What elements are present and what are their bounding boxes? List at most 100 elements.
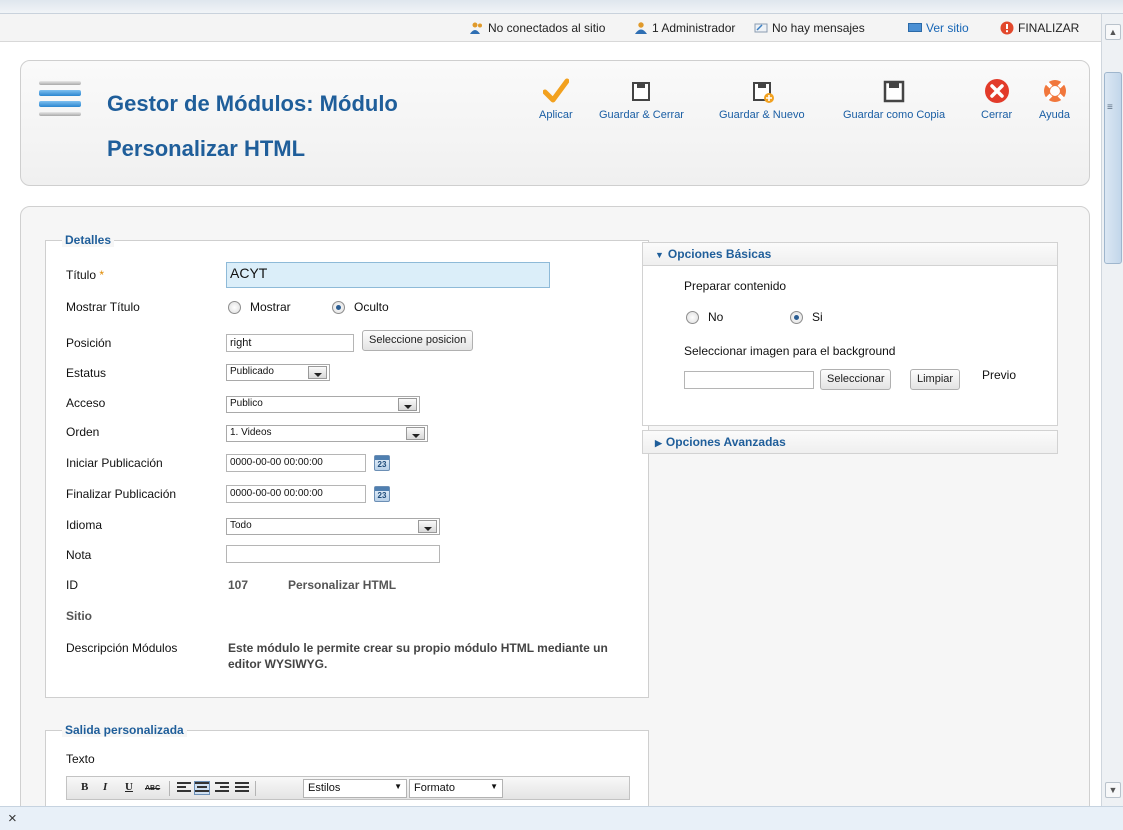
underline-button[interactable]: U: [125, 781, 133, 793]
save-copy-icon: [883, 80, 905, 103]
close-label: Cerrar: [981, 109, 1013, 121]
select-position-button[interactable]: Seleccione posicion: [362, 330, 474, 351]
basic-options-title: Opciones Básicas: [667, 247, 772, 261]
hide-option-label: Oculto: [354, 300, 389, 314]
order-select[interactable]: 1. Videos: [226, 425, 428, 442]
save-new-label: Guardar & Nuevo: [719, 109, 805, 121]
logout-link[interactable]: FINALIZAR: [1000, 21, 1079, 35]
align-center-icon[interactable]: [194, 781, 210, 795]
italic-button[interactable]: I: [103, 781, 107, 793]
position-label: Posición: [66, 336, 112, 350]
module-description-label: Descripción Módulos: [66, 641, 178, 655]
status-offline[interactable]: No conectados al sitio: [470, 21, 605, 35]
clear-image-button[interactable]: Limpiar: [910, 369, 961, 390]
status-messages[interactable]: No hay mensajes: [754, 21, 865, 35]
save-copy-button[interactable]: Guardar como Copia: [843, 77, 945, 121]
status-messages-label: No hay mensajes: [772, 21, 865, 35]
access-label: Acceso: [66, 396, 106, 410]
align-left-icon[interactable]: [177, 782, 191, 794]
advanced-options-header[interactable]: ▶ Opciones Avanzadas: [642, 430, 1058, 454]
scroll-thumb[interactable]: [1104, 72, 1122, 264]
custom-output-legend: Salida personalizada: [62, 723, 187, 737]
view-site-label: Ver sitio: [926, 21, 969, 35]
status-admin[interactable]: 1 Administrador: [634, 21, 735, 35]
strikethrough-button[interactable]: ABC: [145, 785, 160, 792]
save-new-button[interactable]: Guardar & Nuevo: [719, 77, 805, 121]
save-close-button[interactable]: Guardar & Cerrar: [599, 77, 684, 121]
dropdown-arrow-icon: [406, 427, 425, 440]
show-title-label: Mostrar Título: [66, 300, 140, 314]
close-bar-icon[interactable]: ×: [8, 810, 17, 827]
align-justify-icon[interactable]: [235, 782, 249, 794]
logout-label: FINALIZAR: [1018, 21, 1080, 35]
help-button[interactable]: Ayuda: [1039, 77, 1070, 121]
status-admin-label: 1 Administrador: [652, 21, 736, 35]
vertical-scrollbar[interactable]: ▲ ≡ ▼: [1101, 14, 1123, 806]
expanded-triangle-icon: ▼: [655, 250, 664, 260]
order-label: Orden: [66, 425, 100, 439]
id-label: ID: [66, 578, 78, 592]
editor-toolbar: B I U ABC Estilos ▼ Formato ▼: [66, 776, 630, 800]
language-select[interactable]: Todo: [226, 518, 440, 535]
styles-select-label: Estilos: [308, 782, 341, 794]
prepare-yes-label: Si: [812, 310, 823, 324]
close-icon: [984, 79, 1009, 103]
basic-options-header[interactable]: ▼ Opciones Básicas: [642, 242, 1058, 266]
logout-icon: [1000, 21, 1014, 35]
status-select-value: Publicado: [230, 366, 274, 377]
scroll-grip-icon: ≡: [1107, 102, 1113, 113]
show-title-show-radio[interactable]: [228, 301, 241, 314]
note-label: Nota: [66, 548, 92, 562]
status-select[interactable]: Publicado: [226, 364, 330, 381]
header-panel: Gestor de Módulos: Módulo Personalizar H…: [20, 60, 1090, 186]
format-select[interactable]: Formato ▼: [409, 779, 503, 798]
background-image-input[interactable]: [684, 371, 814, 389]
prepare-no-radio[interactable]: [686, 311, 699, 324]
users-icon: [470, 22, 482, 34]
align-right-icon[interactable]: [215, 782, 229, 794]
preview-label: Previo: [982, 368, 1017, 382]
language-label: Idioma: [66, 518, 103, 532]
dropdown-arrow-icon: [308, 366, 327, 379]
apply-label: Aplicar: [539, 109, 573, 121]
bottom-bar: ×: [0, 806, 1123, 830]
view-site-link[interactable]: Ver sitio: [908, 21, 969, 35]
save-copy-label: Guardar como Copia: [843, 109, 946, 121]
styles-select[interactable]: Estilos ▼: [303, 779, 407, 798]
bold-button[interactable]: B: [81, 781, 88, 793]
finish-calendar-icon[interactable]: 23: [374, 486, 390, 502]
title-input[interactable]: ACYT: [226, 262, 550, 288]
format-select-label: Formato: [414, 782, 455, 794]
prepare-content-label: Preparar contenido: [684, 279, 787, 293]
status-label: Estatus: [66, 366, 107, 380]
toolbar-separator: [169, 781, 170, 796]
position-input[interactable]: right: [226, 334, 354, 352]
background-image-label: Seleccionar imagen para el background: [684, 344, 896, 358]
show-option-label: Mostrar: [250, 300, 291, 314]
admin-status-bar: No conectados al sitio 1 Administrador N…: [0, 14, 1101, 42]
toolbar-separator: [255, 781, 256, 796]
save-new-icon: [752, 82, 774, 103]
status-offline-label: No conectados al sitio: [488, 21, 606, 35]
access-select[interactable]: Publico: [226, 396, 420, 413]
access-select-value: Publico: [230, 398, 263, 409]
text-label: Texto: [66, 752, 95, 766]
module-type-value: Personalizar HTML: [288, 578, 397, 592]
start-publishing-input[interactable]: 0000-00-00 00:00:00: [226, 454, 366, 472]
start-publishing-label: Iniciar Publicación: [66, 456, 163, 470]
prepare-yes-radio[interactable]: [790, 311, 803, 324]
show-title-hide-radio[interactable]: [332, 301, 345, 314]
scroll-down-icon[interactable]: ▼: [1105, 782, 1121, 798]
select-image-button[interactable]: Seleccionar: [820, 369, 892, 390]
apply-button[interactable]: Aplicar: [539, 77, 573, 121]
finish-publishing-input[interactable]: 0000-00-00 00:00:00: [226, 485, 366, 503]
start-calendar-icon[interactable]: 23: [374, 455, 390, 471]
note-input[interactable]: [226, 545, 440, 563]
dropdown-arrow-icon: ▼: [394, 782, 402, 791]
dropdown-arrow-icon: [418, 520, 437, 533]
module-manager-icon: [39, 81, 81, 119]
details-legend: Detalles: [62, 233, 115, 247]
scroll-up-icon[interactable]: ▲: [1105, 24, 1121, 40]
page-title: Gestor de Módulos: Módulo Personalizar H…: [107, 91, 398, 161]
close-button[interactable]: Cerrar: [981, 77, 1012, 121]
